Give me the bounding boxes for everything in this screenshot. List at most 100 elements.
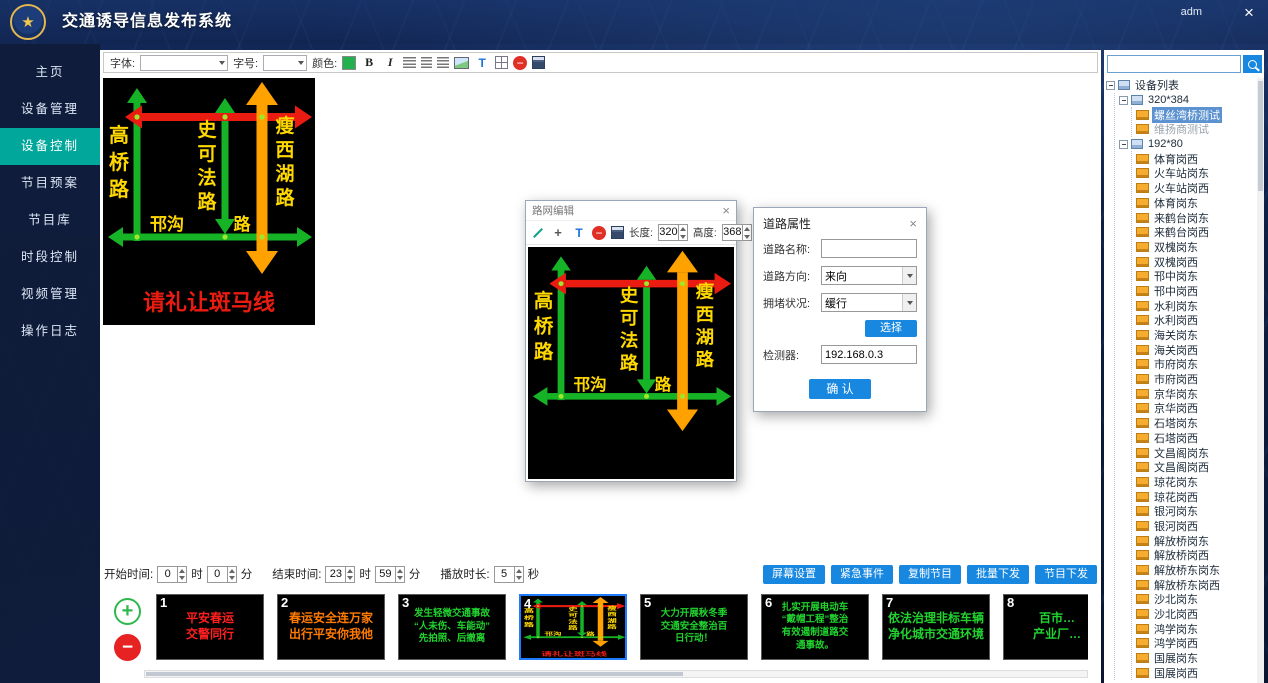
number-spinner[interactable]: 368 xyxy=(722,224,752,241)
sidebar-item[interactable]: 主页 xyxy=(0,54,100,91)
program-thumbnail[interactable]: 7依法治理非标车辆净化城市交通环境 xyxy=(882,594,990,660)
username-label[interactable]: adm xyxy=(1181,6,1202,18)
program-thumbnail[interactable]: 2春运安全连万家出行平安你我他 xyxy=(277,594,385,660)
tree-device[interactable]: 海关岗西 xyxy=(1136,342,1256,357)
number-spinner[interactable]: 59 xyxy=(375,566,405,583)
tree-device[interactable]: 文昌阁岗西 xyxy=(1136,460,1256,475)
tree-device[interactable]: 火车站岗东 xyxy=(1136,166,1256,181)
program-thumbnail[interactable]: 3发生轻微交通事故“人未伤、车能动”先拍照、后撤离 xyxy=(398,594,506,660)
sidebar-item[interactable]: 时段控制 xyxy=(0,239,100,276)
program-preview-panel[interactable]: 高桥路史可法路瘦西湖路邗沟路请礼让斑马线 xyxy=(103,78,315,325)
program-thumbnail[interactable]: 4高桥路史可法路瘦西湖路邗沟路请礼让斑马线 xyxy=(519,594,627,660)
tree-device[interactable]: 京华岗东 xyxy=(1136,386,1256,401)
tree-device[interactable]: 鸿学岗西 xyxy=(1136,636,1256,651)
sidebar-item[interactable]: 设备管理 xyxy=(0,91,100,128)
tree-device[interactable]: 沙北岗东 xyxy=(1136,592,1256,607)
tree-device[interactable]: 体育岗东 xyxy=(1136,196,1256,211)
tree-device[interactable]: 解放桥岗西 xyxy=(1136,548,1256,563)
tree-device[interactable]: 螺丝湾桥测试 xyxy=(1136,107,1256,122)
tree-device[interactable]: 市府岗西 xyxy=(1136,372,1256,387)
tree-device[interactable]: 鸿学岗东 xyxy=(1136,621,1256,636)
add-program-button[interactable]: + xyxy=(114,598,141,625)
italic-icon[interactable]: I xyxy=(382,55,398,71)
align-center-icon[interactable] xyxy=(421,57,432,68)
tree-device[interactable]: 水利岗东 xyxy=(1136,298,1256,313)
tree-device[interactable]: 海关岗东 xyxy=(1136,328,1256,343)
tree-device[interactable]: 解放桥岗东 xyxy=(1136,533,1256,548)
sidebar-item[interactable]: 操作日志 xyxy=(0,313,100,350)
tree-device[interactable]: 解放桥东岗东 xyxy=(1136,563,1256,578)
grid-icon[interactable] xyxy=(495,56,508,69)
tree-root[interactable]: 设备列表 xyxy=(1106,78,1256,93)
tree-device[interactable]: 解放桥东岗西 xyxy=(1136,577,1256,592)
tree-device[interactable]: 国展岗西 xyxy=(1136,666,1256,681)
tree-device[interactable]: 京华岗西 xyxy=(1136,401,1256,416)
bold-icon[interactable]: B xyxy=(361,55,377,71)
close-icon[interactable]: × xyxy=(909,217,917,230)
program-thumbnail[interactable]: 5大力开展秋冬季交通安全整治百日行动！ xyxy=(640,594,748,660)
tree-device[interactable]: 体育岗西 xyxy=(1136,151,1256,166)
remove-program-button[interactable]: − xyxy=(114,634,141,661)
program-thumbnail[interactable]: 6扎实开展电动车“戴帽工程”整治有效遏制道路交通事故。 xyxy=(761,594,869,660)
editor-canvas[interactable]: 高桥路史可法路瘦西湖路邗沟路 xyxy=(528,247,734,479)
font-size-select[interactable] xyxy=(263,55,307,71)
detector-input[interactable] xyxy=(821,345,917,364)
delete-icon[interactable]: − xyxy=(513,56,527,70)
save-icon[interactable] xyxy=(611,226,624,239)
number-spinner[interactable]: 5 xyxy=(494,566,524,583)
tree-device[interactable]: 银河岗东 xyxy=(1136,504,1256,519)
tree-device[interactable]: 双槐岗东 xyxy=(1136,240,1256,255)
horizontal-scrollbar[interactable] xyxy=(144,670,1088,678)
action-button[interactable]: 屏幕设置 xyxy=(763,565,825,584)
text-icon[interactable]: T xyxy=(571,225,587,241)
dialog-titlebar[interactable]: 路网编辑 × xyxy=(526,201,736,220)
tree-device[interactable]: 琼花岗东 xyxy=(1136,475,1256,490)
number-spinner[interactable]: 0 xyxy=(207,566,237,583)
action-button[interactable]: 紧急事件 xyxy=(831,565,893,584)
sidebar-item[interactable]: 视频管理 xyxy=(0,276,100,313)
scrollbar-thumb[interactable] xyxy=(1258,81,1263,191)
align-right-icon[interactable] xyxy=(437,57,449,68)
tree-device[interactable]: 沙北岗西 xyxy=(1136,607,1256,622)
tree-device[interactable]: 来鹤台岗东 xyxy=(1136,210,1256,225)
delete-icon[interactable]: − xyxy=(592,226,606,240)
tree-device[interactable]: 琼花岗西 xyxy=(1136,489,1256,504)
color-swatch[interactable] xyxy=(342,56,356,70)
tree-device[interactable]: 来鹤台岗西 xyxy=(1136,225,1256,240)
search-button[interactable] xyxy=(1243,55,1262,73)
tree-device[interactable]: 国展岗东 xyxy=(1136,651,1256,666)
window-close-button[interactable]: × xyxy=(1240,3,1258,23)
select-button[interactable]: 选择 xyxy=(865,320,917,337)
font-select[interactable] xyxy=(140,55,228,71)
program-thumbnail[interactable]: 1平安春运交警同行 xyxy=(156,594,264,660)
tree-device[interactable]: 市府岗东 xyxy=(1136,357,1256,372)
sidebar-item[interactable]: 设备控制 xyxy=(0,128,100,165)
tree-device[interactable]: 维扬商测试 xyxy=(1136,122,1256,137)
expand-toggle[interactable] xyxy=(1106,81,1115,90)
congestion-select[interactable]: 缓行 xyxy=(821,293,917,312)
sidebar-item[interactable]: 节目预案 xyxy=(0,165,100,202)
dialog-titlebar[interactable]: 道路属性 × xyxy=(763,215,917,231)
confirm-button[interactable]: 确 认 xyxy=(809,379,871,399)
crosshair-icon[interactable]: + xyxy=(550,225,566,241)
tree-device[interactable]: 邗中岗西 xyxy=(1136,284,1256,299)
close-icon[interactable]: × xyxy=(722,204,730,217)
tree-device[interactable]: 火车站岗西 xyxy=(1136,181,1256,196)
tree-device[interactable]: 文昌阁岗东 xyxy=(1136,445,1256,460)
scrollbar-thumb[interactable] xyxy=(146,672,683,676)
action-button[interactable]: 节目下发 xyxy=(1035,565,1097,584)
tree-group[interactable]: 192*80 xyxy=(1119,137,1256,152)
direction-select[interactable]: 来向 xyxy=(821,266,917,285)
program-thumbnail[interactable]: 8百市…产业厂… xyxy=(1003,594,1088,660)
save-icon[interactable] xyxy=(532,56,545,69)
expand-toggle[interactable] xyxy=(1119,96,1128,105)
action-button[interactable]: 复制节目 xyxy=(899,565,961,584)
tree-device[interactable]: 水利岗西 xyxy=(1136,313,1256,328)
number-spinner[interactable]: 320 xyxy=(658,224,688,241)
number-spinner[interactable]: 23 xyxy=(325,566,355,583)
tree-device[interactable]: 银河岗西 xyxy=(1136,519,1256,534)
sidebar-item[interactable]: 节目库 xyxy=(0,202,100,239)
align-left-icon[interactable] xyxy=(403,57,416,68)
text-icon[interactable]: T xyxy=(474,55,490,71)
expand-toggle[interactable] xyxy=(1119,140,1128,149)
